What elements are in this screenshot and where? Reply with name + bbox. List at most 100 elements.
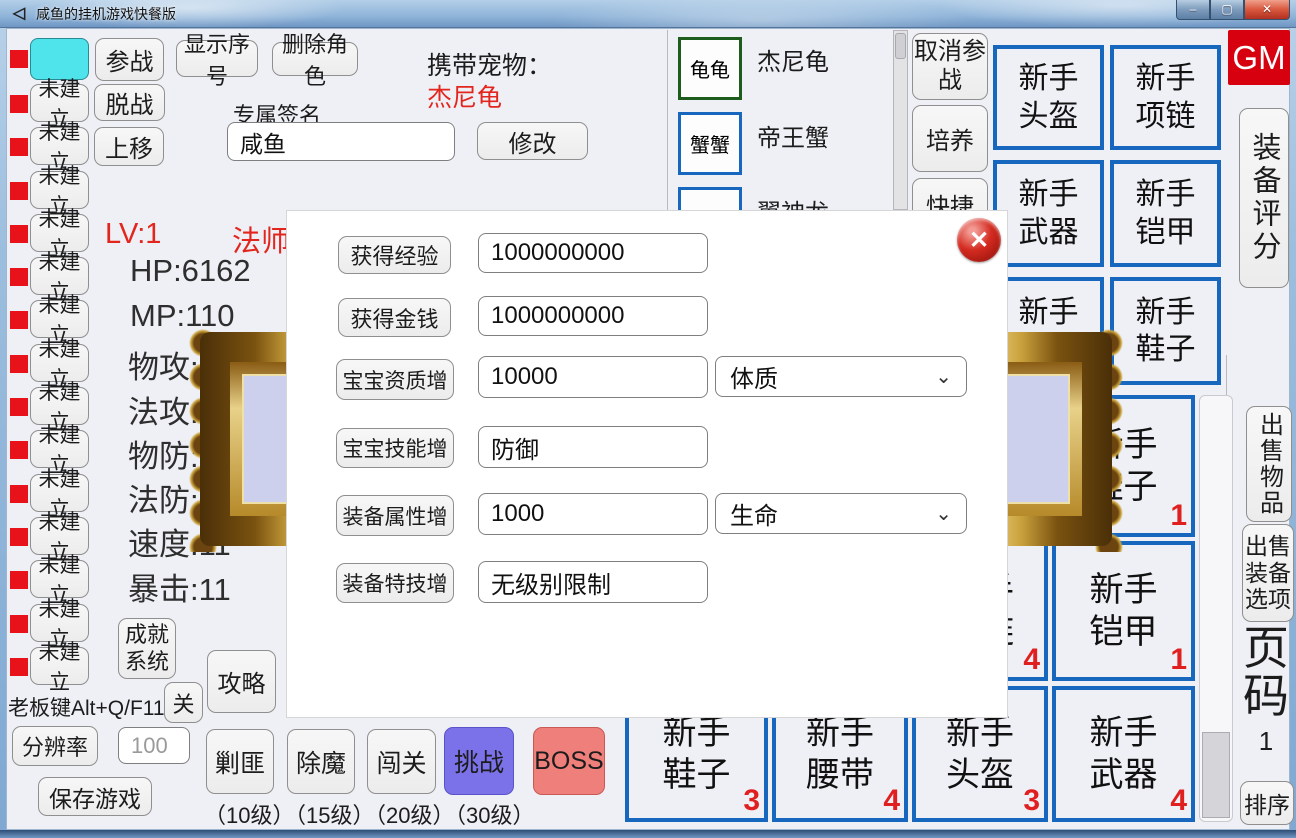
move-up-button[interactable]: 上移: [94, 127, 164, 166]
achievement-label: 成就系统: [119, 622, 175, 675]
item-count: 4: [883, 784, 900, 818]
pet-aptitude-button[interactable]: 宝宝资质增: [336, 359, 454, 400]
equipped-shoes[interactable]: 新手 鞋子: [1110, 277, 1221, 385]
modify-signature-button[interactable]: 修改: [477, 122, 588, 160]
gain-exp-input[interactable]: 1000000000: [478, 233, 708, 273]
resolution-input[interactable]: 100: [118, 727, 190, 764]
stage-button[interactable]: 闯关: [367, 729, 436, 794]
inventory-cell[interactable]: 新手 铠甲 1: [1052, 541, 1195, 681]
equipped-helmet[interactable]: 新手 头盔: [993, 45, 1104, 150]
equipped-armor[interactable]: 新手 铠甲: [1110, 160, 1221, 267]
selected-option: 体质: [730, 359, 778, 394]
resolution-button[interactable]: 分辨率: [12, 726, 98, 766]
chevron-down-icon: ⌄: [935, 364, 952, 389]
selected-option: 生命: [730, 496, 778, 531]
delete-role-button[interactable]: 删除角色: [272, 42, 358, 76]
gm-button[interactable]: GM: [1228, 30, 1290, 85]
pet-aptitude-select[interactable]: 体质 ⌄: [715, 356, 967, 397]
inventory-scrollbar[interactable]: [1199, 395, 1233, 822]
challenge-button[interactable]: 挑战: [444, 727, 514, 795]
pet-slot-crab[interactable]: 蟹蟹: [678, 112, 742, 175]
sort-button[interactable]: 排序: [1240, 781, 1294, 825]
stage-level-label: （20级）: [364, 798, 454, 830]
stat-mp: MP:110: [130, 298, 235, 334]
level-text: LV:1: [105, 218, 161, 251]
window-bottom-border: [0, 830, 1296, 838]
equip-attr-select[interactable]: 生命 ⌄: [715, 493, 967, 534]
pet-panel-divider: [667, 30, 668, 210]
pet-aptitude-input[interactable]: 10000: [478, 356, 708, 398]
boss-button[interactable]: BOSS: [533, 727, 605, 795]
bandit-level-label: （10级）: [204, 798, 294, 830]
pet-name: 杰尼龟: [757, 42, 829, 77]
item-count: 3: [743, 784, 760, 818]
pet-skill-button[interactable]: 宝宝技能增: [336, 428, 454, 468]
equipped-label: 新手 铠甲: [1114, 164, 1217, 263]
slot-indicator: [10, 658, 28, 676]
sell-items-button[interactable]: 出售物品: [1246, 406, 1292, 522]
train-pet-button[interactable]: 培养: [912, 105, 988, 172]
slot-indicator: [10, 95, 28, 113]
equip-score-button[interactable]: 装备评分: [1239, 108, 1289, 288]
achievement-button[interactable]: 成就系统: [118, 618, 176, 679]
demon-level-label: （15级）: [284, 798, 374, 830]
equipped-label: 新手 项链: [1114, 49, 1217, 146]
slot-indicator: [10, 485, 28, 503]
slot-indicator: [10, 138, 28, 156]
window-title: 咸鱼的挂机游戏快餐版: [36, 4, 176, 24]
equipped-necklace[interactable]: 新手 项链: [1110, 45, 1221, 150]
sell-equip-options-button[interactable]: 出售装备选项: [1242, 524, 1294, 622]
close-button[interactable]: ✕: [1244, 0, 1290, 20]
gain-exp-button[interactable]: 获得经验: [338, 236, 451, 274]
boss-key-label: 老板键Alt+Q/F11: [8, 692, 165, 722]
page-number: 1: [1240, 726, 1292, 757]
equipped-label: 新手 武器: [997, 164, 1100, 263]
join-battle-button[interactable]: 参战: [95, 38, 164, 81]
slot-indicator: [10, 355, 28, 373]
gm-modal: 获得经验 1000000000 获得金钱 1000000000 宝宝资质增 10…: [286, 210, 1008, 718]
slot-indicator: [10, 398, 28, 416]
show-index-button[interactable]: 显示序号: [176, 40, 258, 77]
demon-button[interactable]: 除魔: [287, 729, 355, 794]
inventory-cell[interactable]: 新手 武器 4: [1052, 686, 1195, 822]
slot-indicator: [10, 225, 28, 243]
item-count: 3: [1023, 784, 1040, 818]
item-count: 1: [1170, 499, 1187, 533]
stat-crit: 暴击:11: [128, 564, 231, 609]
gain-money-button[interactable]: 获得金钱: [338, 298, 451, 337]
character-slot-button[interactable]: 未建立: [30, 647, 89, 685]
stat-hp: HP:6162: [130, 253, 251, 289]
maximize-button[interactable]: ▢: [1210, 0, 1244, 20]
minimize-button[interactable]: –: [1176, 0, 1210, 20]
pet-slot-label: 龟龟: [690, 54, 730, 83]
slot-indicator: [10, 182, 28, 200]
boss-key-toggle[interactable]: 关: [164, 682, 203, 723]
pet-list-scrollbar-thumb[interactable]: [895, 33, 906, 59]
leave-battle-button[interactable]: 脱战: [94, 84, 165, 121]
challenge-level-label: （30级）: [444, 798, 534, 830]
inventory-scrollbar-thumb[interactable]: [1202, 732, 1230, 818]
chevron-down-icon: ⌄: [935, 501, 952, 526]
pet-list-scrollbar[interactable]: [893, 30, 908, 210]
pet-skill-input[interactable]: 防御: [478, 426, 708, 468]
modal-close-button[interactable]: ✕: [957, 218, 1001, 262]
pet-slot-turtle[interactable]: 龟龟: [678, 37, 742, 100]
signature-input[interactable]: 咸鱼: [227, 122, 455, 161]
equipped-label: 新手 鞋子: [1114, 281, 1217, 381]
save-game-button[interactable]: 保存游戏: [38, 777, 152, 816]
equip-attr-button[interactable]: 装备属性增: [336, 495, 454, 536]
equip-special-button[interactable]: 装备特技增: [336, 563, 454, 603]
cancel-join-button[interactable]: 取消参战: [912, 33, 988, 100]
slot-indicator: [10, 528, 28, 546]
page-label: 页码: [1240, 624, 1292, 721]
guide-button[interactable]: 攻略: [207, 650, 276, 713]
bandit-button[interactable]: 剿匪: [206, 729, 274, 794]
gain-money-input[interactable]: 1000000000: [478, 296, 708, 336]
slot-indicator: [10, 50, 28, 68]
item-count: 4: [1170, 784, 1187, 818]
equip-attr-input[interactable]: 1000: [478, 493, 708, 535]
slot-indicator: [10, 571, 28, 589]
equip-special-input[interactable]: 无级别限制: [478, 561, 708, 603]
item-count: 1: [1170, 643, 1187, 677]
equipped-weapon[interactable]: 新手 武器: [993, 160, 1104, 267]
